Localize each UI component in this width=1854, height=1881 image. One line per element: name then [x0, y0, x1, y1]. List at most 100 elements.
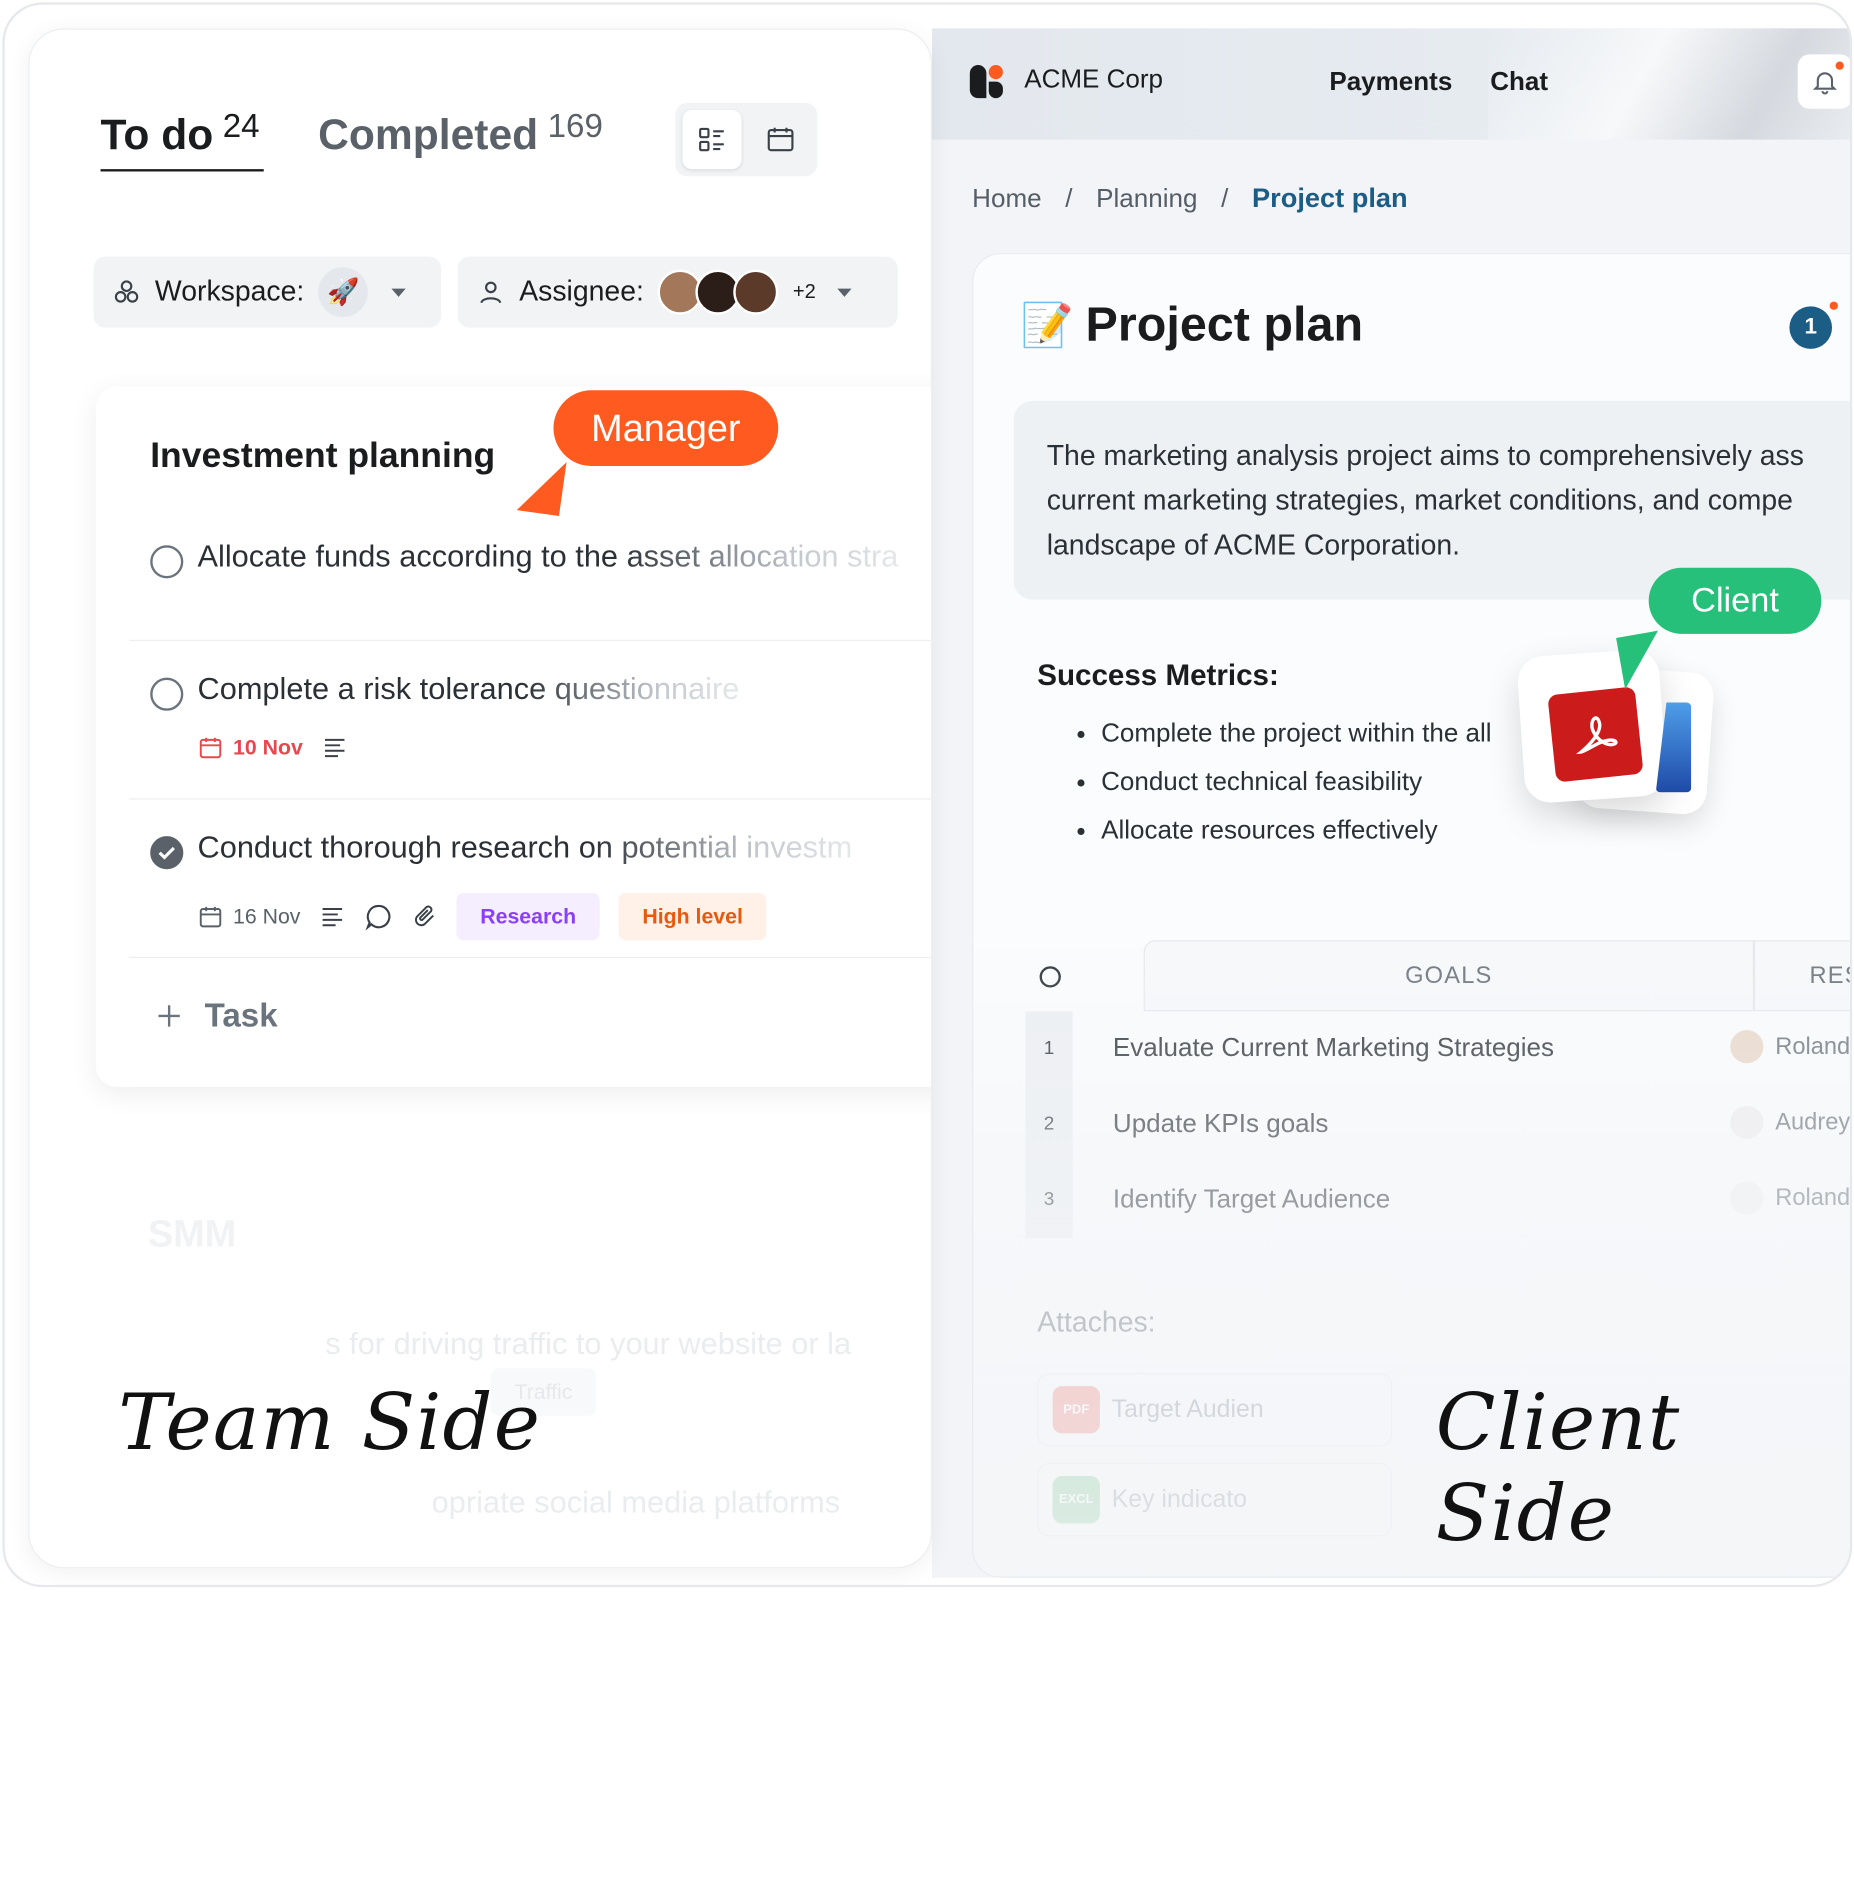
avatar: [1730, 1030, 1764, 1064]
memo-icon: 📝: [1020, 299, 1074, 349]
bell-icon: [1812, 72, 1837, 95]
tab-label: To do: [100, 109, 214, 159]
breadcrumb-home[interactable]: Home: [972, 183, 1041, 214]
responsible-name: Roland: [1775, 1033, 1851, 1060]
task-title: Conduct thorough research on potential i…: [197, 829, 853, 865]
column-header-goals[interactable]: GOALS: [1143, 940, 1754, 1012]
row-number: 2: [1025, 1086, 1073, 1163]
description-icon: [324, 738, 345, 758]
calendar-view-icon: [767, 127, 794, 152]
attachment-name: Target Audien: [1111, 1395, 1264, 1423]
breadcrumb-planning[interactable]: Planning: [1096, 183, 1197, 214]
row-number: 3: [1025, 1162, 1073, 1239]
description-icon: [322, 908, 343, 927]
attachment-name: Key indicato: [1111, 1485, 1248, 1513]
description-line: The marketing analysis project aims to c…: [1046, 439, 1804, 472]
goal-cell: Identify Target Audience: [1112, 1183, 1391, 1214]
attachment-icon: [415, 905, 435, 927]
due-date-text: 16 Nov: [232, 904, 301, 928]
due-date-text: 10 Nov: [232, 735, 303, 759]
rocket-icon: 🚀: [318, 267, 369, 317]
tab-todo[interactable]: To do 24: [100, 107, 260, 160]
app-frame: ACME Corp Payments Chat Home / Planning …: [2, 2, 1853, 1588]
task-title: Complete a risk tolerance questionnaire: [197, 670, 740, 707]
avatar: [733, 269, 779, 315]
notification-dot: [1835, 61, 1844, 70]
add-task-button[interactable]: Task: [155, 997, 278, 1035]
doc-title-text: Project plan: [1085, 296, 1364, 352]
responsible-cell: Roland: [1730, 1181, 1851, 1215]
workspace-label: Workspace:: [154, 275, 305, 308]
calendar-icon: [199, 906, 222, 928]
attachment-item[interactable]: EXCL Key indicato: [1037, 1463, 1393, 1537]
workspace-icon: [114, 280, 139, 303]
client-pointer-icon: [1616, 630, 1668, 690]
comments-count-badge[interactable]: 1: [1789, 306, 1833, 349]
responsible-cell: Audrey: [1730, 1105, 1850, 1139]
breadcrumb-separator: /: [1065, 182, 1073, 213]
attachment-item[interactable]: PDF Target Audien: [1037, 1373, 1393, 1447]
list-item: Allocate resources effectively: [1077, 815, 1491, 863]
select-all-radio[interactable]: [1039, 966, 1061, 988]
task-checkbox[interactable]: [150, 677, 184, 711]
client-panel: ACME Corp Payments Chat Home / Planning …: [931, 28, 1851, 1578]
task-checkbox[interactable]: [150, 545, 184, 579]
notifications-button[interactable]: [1797, 54, 1850, 109]
nav-chat[interactable]: Chat: [1490, 66, 1548, 97]
goals-table-header: GOALS RESPON: [1025, 940, 1850, 1012]
user-icon: [480, 281, 502, 304]
pdf-file-icon: PDF: [1052, 1386, 1100, 1434]
task-group-title: Investment planning: [150, 436, 496, 476]
task-item[interactable]: Complete a risk tolerance questionnaire …: [150, 670, 931, 777]
task-group-card: Investment planning Allocate funds accor…: [95, 386, 931, 1087]
comment-icon: [365, 904, 391, 931]
task-checkbox-checked[interactable]: [150, 836, 184, 870]
task-item[interactable]: Allocate funds according to the asset al…: [150, 538, 931, 585]
divider: [128, 639, 931, 642]
avatar: [1730, 1181, 1764, 1215]
view-switcher: [675, 102, 818, 177]
column-header-responsible[interactable]: RESPON: [1753, 940, 1850, 1012]
pdf-icon: [1547, 686, 1644, 783]
calendar-view-button[interactable]: [751, 110, 810, 169]
team-side-caption: Team Side: [118, 1376, 542, 1468]
task-meta: 10 Nov: [198, 734, 348, 760]
assignee-filter[interactable]: Assignee: +2: [457, 256, 898, 328]
table-row[interactable]: 3 Identify Target Audience Roland: [1025, 1162, 1851, 1239]
tag-high-level[interactable]: High level: [618, 892, 767, 941]
due-date[interactable]: 16 Nov: [198, 904, 301, 930]
success-metrics-list: Complete the project within the all Cond…: [1077, 718, 1492, 863]
company-name: ACME Corp: [1024, 63, 1164, 94]
calendar-icon: [199, 737, 222, 759]
table-row[interactable]: 2 Update KPIs goals Audrey: [1025, 1086, 1850, 1163]
list-view-button[interactable]: [682, 109, 742, 170]
manager-pointer-icon: [516, 456, 567, 516]
avatar: [1730, 1105, 1764, 1139]
plus-icon: [158, 1005, 180, 1027]
manager-role-bubble: Manager: [553, 390, 779, 466]
table-row[interactable]: 1 Evaluate Current Marketing Strategies …: [1025, 1011, 1851, 1087]
add-task-label: Task: [204, 997, 278, 1034]
list-item: Conduct technical feasibility: [1077, 766, 1491, 814]
divider: [128, 798, 931, 800]
excel-file-icon: EXCL: [1052, 1476, 1100, 1524]
task-item[interactable]: Conduct thorough research on potential i…: [150, 829, 931, 941]
responsible-name: Roland: [1775, 1184, 1851, 1211]
tab-completed[interactable]: Completed 169: [318, 107, 603, 160]
client-role-bubble: Client: [1648, 567, 1822, 634]
nav-payments[interactable]: Payments: [1329, 66, 1452, 97]
goal-cell: Update KPIs goals: [1112, 1108, 1329, 1138]
page-title: 📝 Project plan: [1021, 297, 1363, 353]
team-panel: To do 24 Completed 169 Workspace: 🚀 Assi…: [28, 28, 932, 1569]
success-metrics-title: Success Metrics:: [1037, 658, 1279, 692]
tab-count: 169: [547, 107, 603, 145]
due-date[interactable]: 10 Nov: [198, 734, 303, 760]
ghost-group-title: SMM: [147, 1212, 237, 1255]
task-title: Allocate funds according to the asset al…: [197, 538, 899, 574]
task-meta: 16 Nov Research High level: [198, 892, 767, 941]
more-assignees-count: +2: [792, 280, 816, 303]
tab-count: 24: [222, 107, 260, 145]
description-line: landscape of ACME Corporation.: [1046, 529, 1461, 562]
tag-research[interactable]: Research: [456, 892, 600, 941]
workspace-filter[interactable]: Workspace: 🚀: [93, 256, 442, 328]
